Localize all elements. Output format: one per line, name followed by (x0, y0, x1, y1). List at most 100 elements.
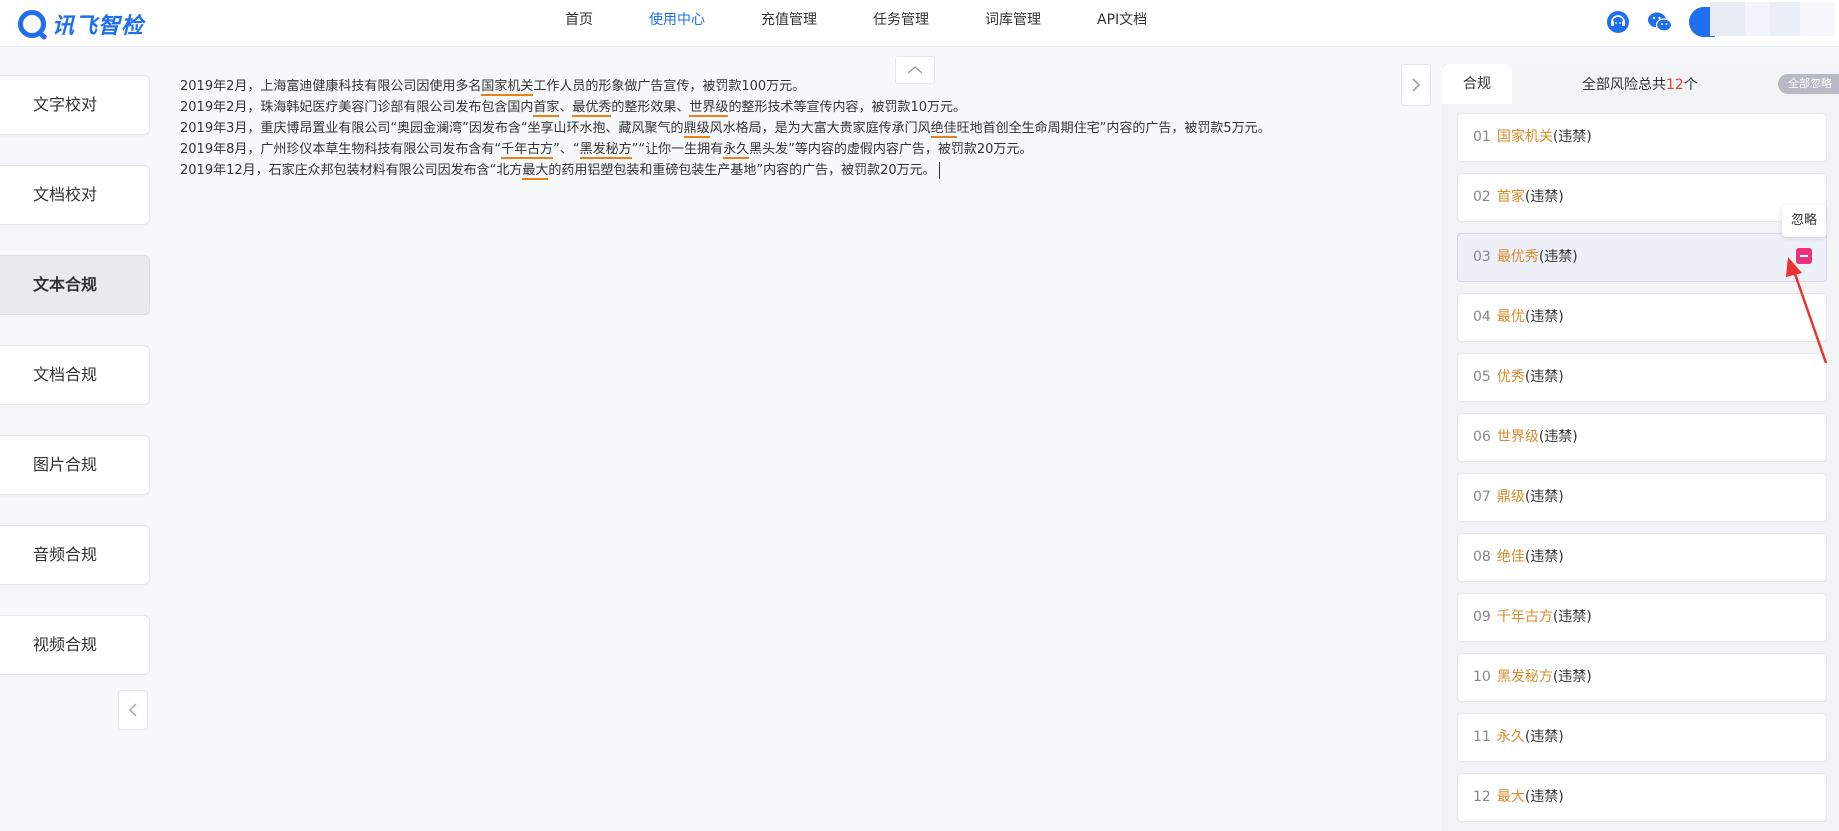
risk-item-tag: (违禁) (1524, 729, 1564, 745)
risk-item-keyword: 最优 (1496, 309, 1525, 325)
risk-item-tag: (违禁) (1538, 249, 1578, 265)
risk-item[interactable]: 02 首家(违禁) (1457, 173, 1827, 222)
flagged-term[interactable]: 黑发秘方 (579, 142, 632, 159)
text-editor[interactable]: 2019年2月，上海富迪健康科技有限公司因使用多名国家机关工作人员的形象做广告宣… (180, 76, 1350, 181)
chevron-right-icon (1412, 78, 1421, 92)
flagged-term[interactable]: 千年古方 (501, 142, 554, 159)
risk-item-number: 09 (1473, 609, 1491, 625)
risk-item[interactable]: 10 黑发秘方(违禁) (1457, 653, 1827, 702)
risk-item-keyword: 黑发秘方 (1496, 669, 1553, 685)
text-segment: 旺地首创全生命周期住宅”内容的广告，被罚款5万元。 (956, 121, 1271, 136)
flagged-term[interactable]: 首家 (533, 100, 560, 117)
risk-item[interactable]: 11 永久(违禁) (1457, 713, 1827, 762)
sidebar-item-text-compliance[interactable]: 文本合规 (0, 255, 150, 315)
risk-item-keyword: 首家 (1496, 189, 1525, 205)
text-segment: 的药用铝塑包装和重磅包装生产基地”内容的广告，被罚款20万元。 (548, 163, 936, 178)
risk-total-suffix: 个 (1683, 77, 1698, 93)
risk-item[interactable]: 05 优秀(违禁) (1457, 353, 1827, 402)
text-cursor (938, 162, 940, 179)
document-line: 2019年12月，石家庄众邦包装材料有限公司因发布含“北方最大的药用铝塑包装和重… (180, 160, 1350, 181)
document-line: 2019年3月，重庆博昂置业有限公司“奥园金澜湾”因发布含“坐享山环水抱、藏风聚… (180, 118, 1350, 139)
main-nav: 首页 使用中心 充值管理 任务管理 词库管理 API文档 (565, 0, 1203, 47)
collapse-right-panel-button[interactable] (1401, 64, 1431, 106)
text-segment: 2019年8月，广州珍仪本草生物科技有限公司发布含有“ (180, 142, 502, 157)
document-line: 2019年8月，广州珍仪本草生物科技有限公司发布含有“千年古方”、“黑发秘方”“… (180, 139, 1350, 160)
risk-item-keyword: 千年古方 (1496, 609, 1553, 625)
risk-item[interactable]: 08 绝佳(违禁) (1457, 533, 1827, 582)
risk-item[interactable]: 04 最优(违禁) (1457, 293, 1827, 342)
brand-name: 讯飞智检 (52, 14, 145, 39)
risk-item-keyword: 最优秀 (1496, 249, 1539, 265)
risk-item-number: 07 (1473, 489, 1491, 505)
risk-item-number: 04 (1473, 309, 1491, 325)
ignore-all-button[interactable]: 全部忽略 (1778, 74, 1839, 94)
risk-item-number: 11 (1473, 729, 1491, 745)
flagged-term[interactable]: 世界级 (689, 100, 729, 117)
sidebar-item-video-compliance[interactable]: 视频合规 (0, 615, 150, 675)
document-line: 2019年2月，珠海韩妃医疗美容门诊部有限公司发布包含国内首家、最优秀的整形效果… (180, 97, 1350, 118)
risk-item-tag: (违禁) (1524, 189, 1564, 205)
text-segment: 2019年2月，上海富迪健康科技有限公司因使用多名 (180, 79, 482, 94)
brand-logo[interactable]: 讯飞智检 (18, 8, 144, 40)
risk-item-number: 12 (1473, 789, 1491, 805)
text-segment: ”、“ (553, 142, 580, 157)
risk-item-number: 02 (1473, 189, 1491, 205)
risk-item-keyword: 绝佳 (1496, 549, 1525, 565)
nav-item-lexicon[interactable]: 词库管理 (985, 0, 1041, 47)
risk-item-keyword: 国家机关 (1496, 129, 1553, 145)
risk-item-tag: (违禁) (1552, 129, 1592, 145)
header-icons (1605, 7, 1715, 37)
nav-item-recharge[interactable]: 充值管理 (761, 0, 817, 47)
risk-item-number: 10 (1473, 669, 1491, 685)
risk-item[interactable]: 09 千年古方(违禁) (1457, 593, 1827, 642)
risk-item-number: 06 (1473, 429, 1491, 445)
sidebar-item-image-compliance[interactable]: 图片合规 (0, 435, 150, 495)
collapse-sidebar-button[interactable] (118, 690, 148, 730)
wechat-icon[interactable] (1647, 9, 1673, 35)
document-line: 2019年2月，上海富迪健康科技有限公司因使用多名国家机关工作人员的形象做广告宣… (180, 76, 1350, 97)
text-segment: 的整形技术等宣传内容，被罚款10万元。 (728, 100, 966, 115)
flagged-term[interactable]: 最大 (522, 163, 549, 180)
nav-item-tasks[interactable]: 任务管理 (873, 0, 929, 47)
customer-service-icon[interactable] (1605, 9, 1631, 35)
risk-item[interactable]: 07 鼎级(违禁) (1457, 473, 1827, 522)
flagged-term[interactable]: 国家机关 (481, 79, 534, 96)
flagged-term[interactable]: 鼎级 (683, 121, 710, 138)
risk-item-tag: (违禁) (1524, 309, 1564, 325)
sidebar-item-text-proofread[interactable]: 文字校对 (0, 75, 150, 135)
risk-item[interactable]: 03 最优秀(违禁) (1457, 233, 1827, 282)
top-header: 讯飞智检 首页 使用中心 充值管理 任务管理 词库管理 API文档 (0, 0, 1839, 47)
text-segment: 2019年2月，珠海韩妃医疗美容门诊部有限公司发布包含国内 (180, 100, 534, 115)
risk-total-prefix: 全部风险总共 (1582, 77, 1666, 93)
sidebar-item-doc-proofread[interactable]: 文档校对 (0, 165, 150, 225)
flagged-term[interactable]: 最优秀 (572, 100, 612, 117)
text-segment: 风水格局，是为大富大贵家庭传承门风 (709, 121, 931, 136)
nav-item-usage-center[interactable]: 使用中心 (649, 0, 705, 47)
risk-item[interactable]: 12 最大(违禁) (1457, 773, 1827, 822)
risk-count: 12 (1666, 77, 1684, 93)
risk-item-number: 03 (1473, 249, 1491, 265)
risk-item-number: 01 (1473, 129, 1491, 145)
sidebar-item-doc-compliance[interactable]: 文档合规 (0, 345, 150, 405)
risk-item-keyword: 世界级 (1496, 429, 1539, 445)
risk-item[interactable]: 06 世界级(违禁) (1457, 413, 1827, 462)
flagged-term[interactable]: 绝佳 (930, 121, 957, 138)
text-segment: 黑头发”等内容的虚假内容广告，被罚款20万元。 (749, 142, 1033, 157)
risk-item-keyword: 鼎级 (1496, 489, 1525, 505)
risk-total: 全部风险总共12个 (1582, 74, 1698, 94)
tab-compliance[interactable]: 合规 (1442, 64, 1512, 104)
risk-item-tag: (违禁) (1552, 609, 1592, 625)
risk-item-keyword: 永久 (1496, 729, 1525, 745)
logo-q-icon (18, 10, 46, 38)
ignore-tooltip: 忽略 (1782, 205, 1826, 237)
nav-item-api-docs[interactable]: API文档 (1097, 0, 1147, 47)
sidebar-item-audio-compliance[interactable]: 音频合规 (0, 525, 150, 585)
risk-item-tag: (违禁) (1538, 429, 1578, 445)
flagged-term[interactable]: 永久 (723, 142, 750, 159)
text-segment: 2019年3月，重庆博昂置业有限公司“奥园金澜湾”因发布含“坐享山环水抱、藏风聚… (180, 121, 684, 136)
chevron-up-icon (907, 66, 923, 74)
text-segment: 的整形效果、 (611, 100, 690, 115)
risk-item-tag: (违禁) (1524, 369, 1564, 385)
risk-item[interactable]: 01 国家机关(违禁) (1457, 113, 1827, 162)
nav-item-home[interactable]: 首页 (565, 0, 593, 47)
